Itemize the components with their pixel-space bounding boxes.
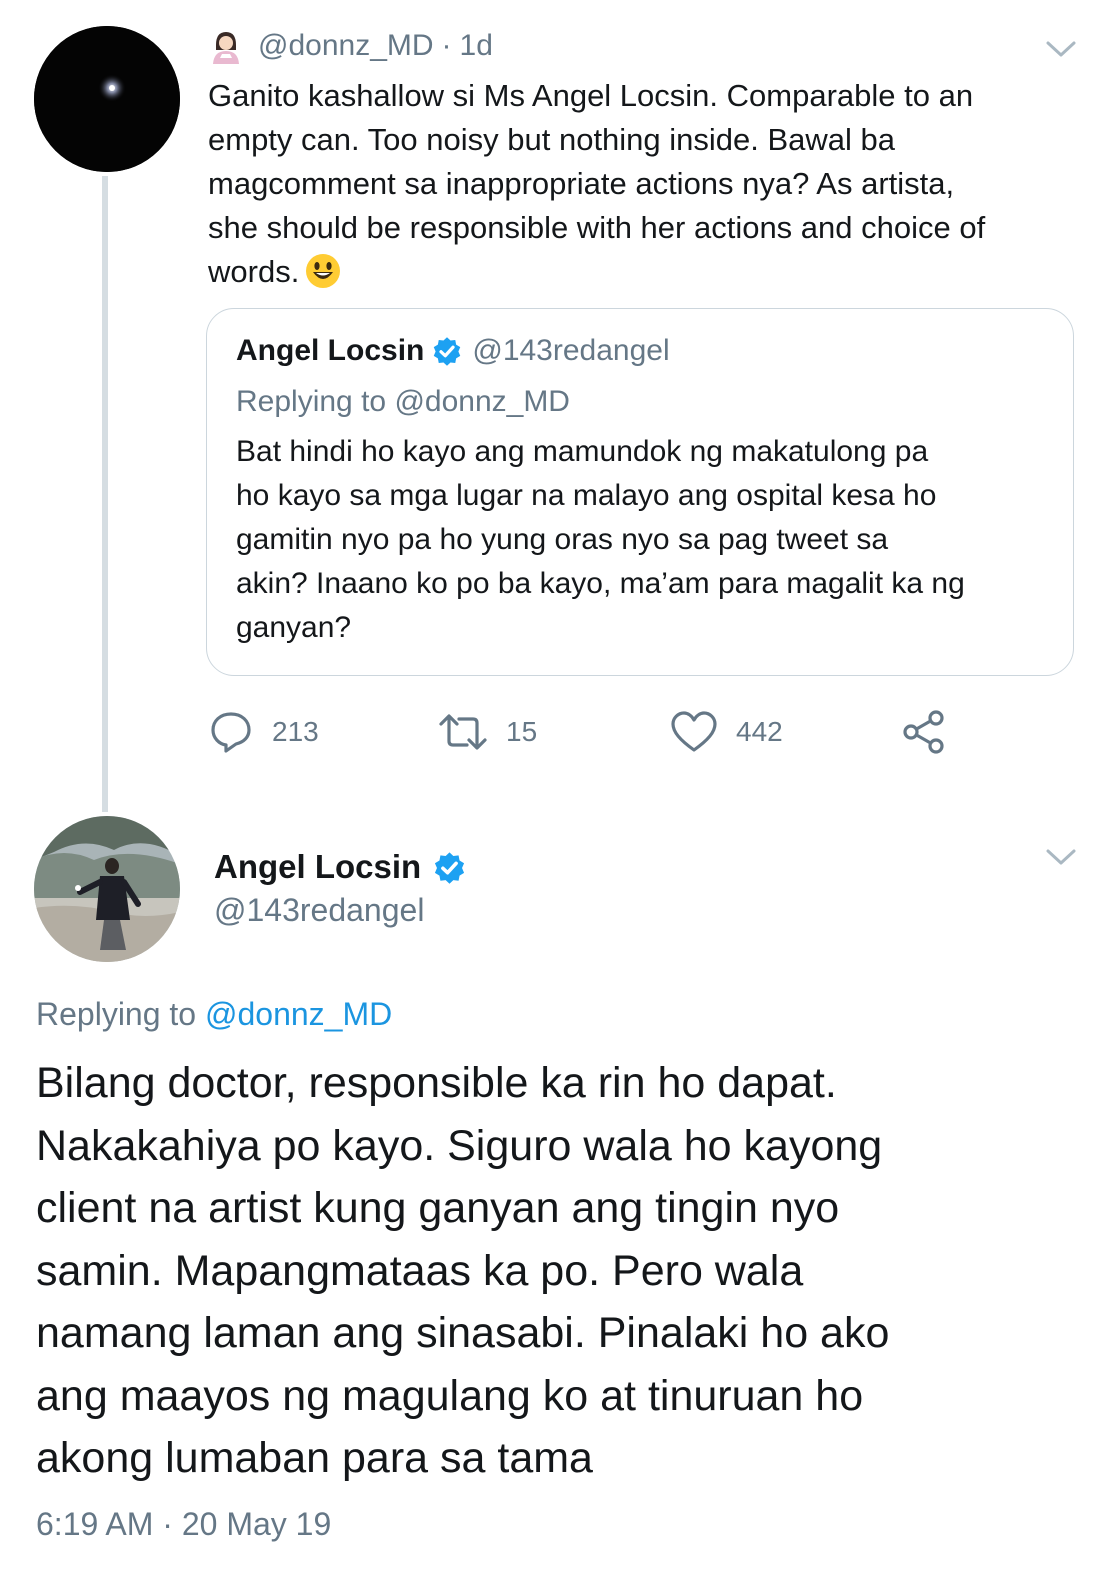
quoted-tweet-text: Bat hindi ho kayo ang mamundok ng makatu… xyxy=(236,430,1056,650)
verified-badge-icon xyxy=(435,851,465,884)
main-line: ang maayos ng magulang ko at tinuruan ho xyxy=(36,1371,864,1420)
retweet-button[interactable]: 15 xyxy=(438,704,537,760)
smiley-emoji-icon xyxy=(306,254,341,288)
retweet-count: 15 xyxy=(506,716,538,747)
quoted-line: Bat hindi ho kayo ang mamundok ng makatu… xyxy=(236,435,929,468)
verified-badge-icon xyxy=(434,337,461,366)
avatar-angel-locsin[interactable] xyxy=(34,816,180,962)
tweet-header: @donnz_MD · 1d xyxy=(208,24,493,68)
replying-to: Replying to @donnz_MD xyxy=(36,996,392,1033)
tweet-line: magcomment sa inappropriate actions nya?… xyxy=(208,166,955,201)
tweet-line: she should be responsible with her actio… xyxy=(208,210,986,245)
quoted-replying-to: Replying to @donnz_MD xyxy=(236,380,570,424)
thread-connector-line xyxy=(102,176,108,812)
quoted-line: gamitin nyo pa ho yung oras nyo sa pag t… xyxy=(236,523,889,556)
quoted-line: akin? Inaano ko po ba kayo, ma’am para m… xyxy=(236,567,965,600)
author-handle[interactable]: @donnz_MD xyxy=(258,29,434,63)
author-handle[interactable]: @143redangel xyxy=(214,892,424,929)
woman-emoji-icon xyxy=(213,32,239,64)
quoted-tweet-header: Angel Locsin @143redangel xyxy=(236,328,670,374)
share-button[interactable] xyxy=(900,704,966,760)
separator: · xyxy=(441,29,452,62)
main-line: Nakakahiya po kayo. Siguro wala ho kayon… xyxy=(36,1121,883,1170)
quoted-line: ganyan? xyxy=(236,611,352,644)
author-name-row: Angel Locsin xyxy=(214,844,466,890)
main-line: Bilang doctor, responsible ka rin ho dap… xyxy=(36,1059,837,1107)
tweet-line: words. xyxy=(208,254,300,289)
tweet-line: Ganito kashallow si Ms Angel Locsin. Com… xyxy=(208,78,974,113)
tweet-timestamp[interactable]: 6:19 AM · 20 May 19 xyxy=(36,1506,331,1543)
main-line: client na artist kung ganyan ang tingin … xyxy=(36,1184,840,1232)
like-count: 442 xyxy=(736,716,783,747)
like-button[interactable]: 442 xyxy=(670,704,783,760)
reply-icon xyxy=(211,712,251,753)
avatar-donnz[interactable] xyxy=(34,26,180,172)
chevron-down-icon[interactable] xyxy=(1044,38,1078,60)
tweet-actions: 213 15 442 xyxy=(206,704,966,760)
replying-to-link[interactable]: @donnz_MD xyxy=(205,996,392,1032)
reply-button[interactable]: 213 xyxy=(208,704,319,760)
share-icon xyxy=(903,710,944,754)
tweet-age[interactable]: 1d xyxy=(460,29,493,63)
tweet-line-last: words. xyxy=(208,250,1088,294)
like-icon xyxy=(671,711,717,752)
quoted-author-handle: @143redangel xyxy=(472,334,670,367)
quoted-line: ho kayo sa mga lugar na malayo ang ospit… xyxy=(236,479,937,512)
replying-prefix: Replying to xyxy=(36,996,197,1032)
retweet-icon xyxy=(439,714,487,750)
main-line: namang laman ang sinasabi. Pinalaki ho a… xyxy=(36,1309,890,1357)
tweet-text: Ganito kashallow si Ms Angel Locsin. Com… xyxy=(208,74,1088,294)
replying-prefix: Replying to xyxy=(236,385,387,418)
main-line: akong lumaban para sa tama xyxy=(36,1434,593,1482)
profile-photo xyxy=(34,816,180,962)
reply-count: 213 xyxy=(272,716,319,747)
star-icon xyxy=(34,26,180,172)
tweet-line: empty can. Too noisy but nothing inside.… xyxy=(208,122,896,157)
main-tweet-text: Bilang doctor, responsible ka rin ho dap… xyxy=(36,1052,1096,1490)
main-line: samin. Mapangmataas ka po. Pero wala xyxy=(36,1246,804,1295)
replying-to-handle: @donnz_MD xyxy=(394,385,570,418)
chevron-down-icon[interactable] xyxy=(1044,846,1078,868)
author-name[interactable]: Angel Locsin xyxy=(214,848,421,886)
quoted-author-name: Angel Locsin xyxy=(236,334,425,367)
